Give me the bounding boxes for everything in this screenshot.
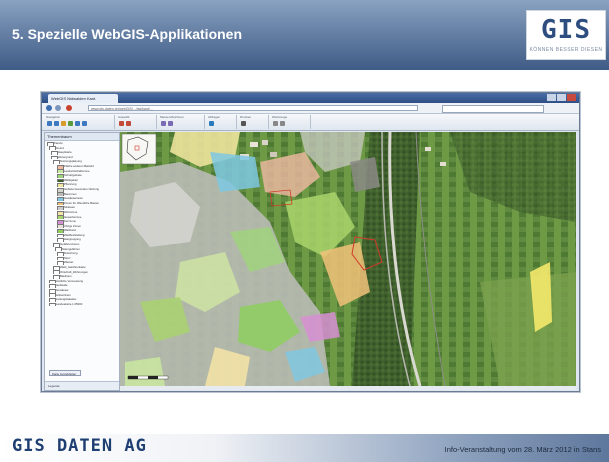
reload-map-button[interactable]: Karte zurückholen — [49, 370, 81, 376]
zoom-out-icon[interactable] — [54, 121, 59, 126]
zoom-in-icon[interactable] — [47, 121, 52, 126]
back-icon[interactable] — [46, 105, 52, 111]
map-view[interactable] — [120, 132, 576, 386]
print-icon[interactable] — [241, 121, 246, 126]
map-statusbar — [120, 386, 576, 390]
tool-group-navigation: Navigation — [44, 115, 115, 129]
gis-logo: GIS KÖNNEN BESSER DIESEN — [526, 10, 606, 60]
home-icon[interactable] — [66, 105, 72, 111]
select-icon[interactable] — [119, 121, 124, 126]
url-input[interactable]: www.gis-daten.ch/webGIS/.../nw/kant/... — [88, 105, 418, 111]
next-extent-icon[interactable] — [82, 121, 87, 126]
info-icon[interactable] — [209, 121, 214, 126]
tool-group-drucken: Drucken — [238, 115, 269, 129]
layer-tree-item[interactable]: Landeskarte 1:25000 — [45, 302, 119, 307]
settings-icon[interactable] — [280, 121, 285, 126]
webgis-browser-screenshot: WebGIS Nidwalden Kant. www.gis-daten.ch/… — [41, 92, 580, 392]
slide-footer: GIS DATEN AG Info-Veranstaltung vom 28. … — [0, 402, 609, 462]
tool-group-werkzeuge: Werkzeuge — [270, 115, 311, 129]
minimize-icon[interactable] — [547, 94, 556, 101]
close-icon[interactable] — [567, 94, 576, 101]
map-canvas[interactable] — [120, 132, 576, 386]
layer-label: Landeskarte 1:25000 — [56, 301, 83, 306]
layer-tree-header: Themenbaum — [45, 133, 119, 141]
tool-group-abfragen: Abfragen — [206, 115, 237, 129]
webgis-toolbar: Navigation Auswahl Messen/Zeichnen Abfra… — [42, 114, 579, 131]
tool-group-messen: Messen/Zeichnen — [158, 115, 205, 129]
event-caption: Info-Veranstaltung vom 28. März 2012 in … — [444, 445, 601, 454]
layer-tree-panel: Themenbaum Kanton Grund Hauptkarte Hintergr… — [44, 132, 120, 391]
pan-icon[interactable] — [61, 121, 66, 126]
logo-text: GIS — [541, 15, 591, 45]
browser-addressbar: www.gis-daten.ch/webGIS/.../nw/kant/... — [42, 103, 579, 114]
previous-extent-icon[interactable] — [75, 121, 80, 126]
full-extent-icon[interactable] — [68, 121, 73, 126]
tool-group-label: Werkzeuge — [272, 115, 288, 119]
browser-search-input[interactable] — [442, 105, 544, 113]
slide-title: 5. Spezielle WebGIS-Applikationen — [12, 26, 243, 42]
tool-group-label: Auswahl — [118, 115, 130, 119]
company-brand: GIS DATEN AG — [12, 436, 147, 456]
slide-header: 5. Spezielle WebGIS-Applikationen GIS KÖ… — [0, 0, 609, 70]
tool-group-label: Abfragen — [208, 115, 221, 119]
tool-group-label: Navigation — [46, 115, 61, 119]
tool-group-label: Drucken — [240, 115, 252, 119]
presentation-slide: 5. Spezielle WebGIS-Applikationen GIS KÖ… — [0, 0, 609, 462]
layer-checkbox-icon[interactable] — [49, 302, 56, 307]
tools-icon[interactable] — [273, 121, 278, 126]
measure-icon[interactable] — [161, 121, 166, 126]
tool-group-auswahl: Auswahl — [116, 115, 157, 129]
logo-tagline: KÖNNEN BESSER DIESEN — [529, 47, 603, 53]
window-controls — [546, 94, 576, 102]
layer-list: Kanton Grund Hauptkarte Hintergrund Nutzungs… — [45, 141, 119, 307]
draw-icon[interactable] — [168, 121, 173, 126]
legend-tab[interactable]: Legende — [45, 381, 119, 390]
maximize-icon[interactable] — [557, 94, 566, 101]
select-polygon-icon[interactable] — [126, 121, 131, 126]
tool-group-label: Messen/Zeichnen — [160, 115, 184, 119]
forward-icon[interactable] — [55, 105, 61, 111]
browser-titlebar: WebGIS Nidwalden Kant. — [42, 93, 579, 103]
browser-tab[interactable]: WebGIS Nidwalden Kant. — [48, 94, 118, 103]
